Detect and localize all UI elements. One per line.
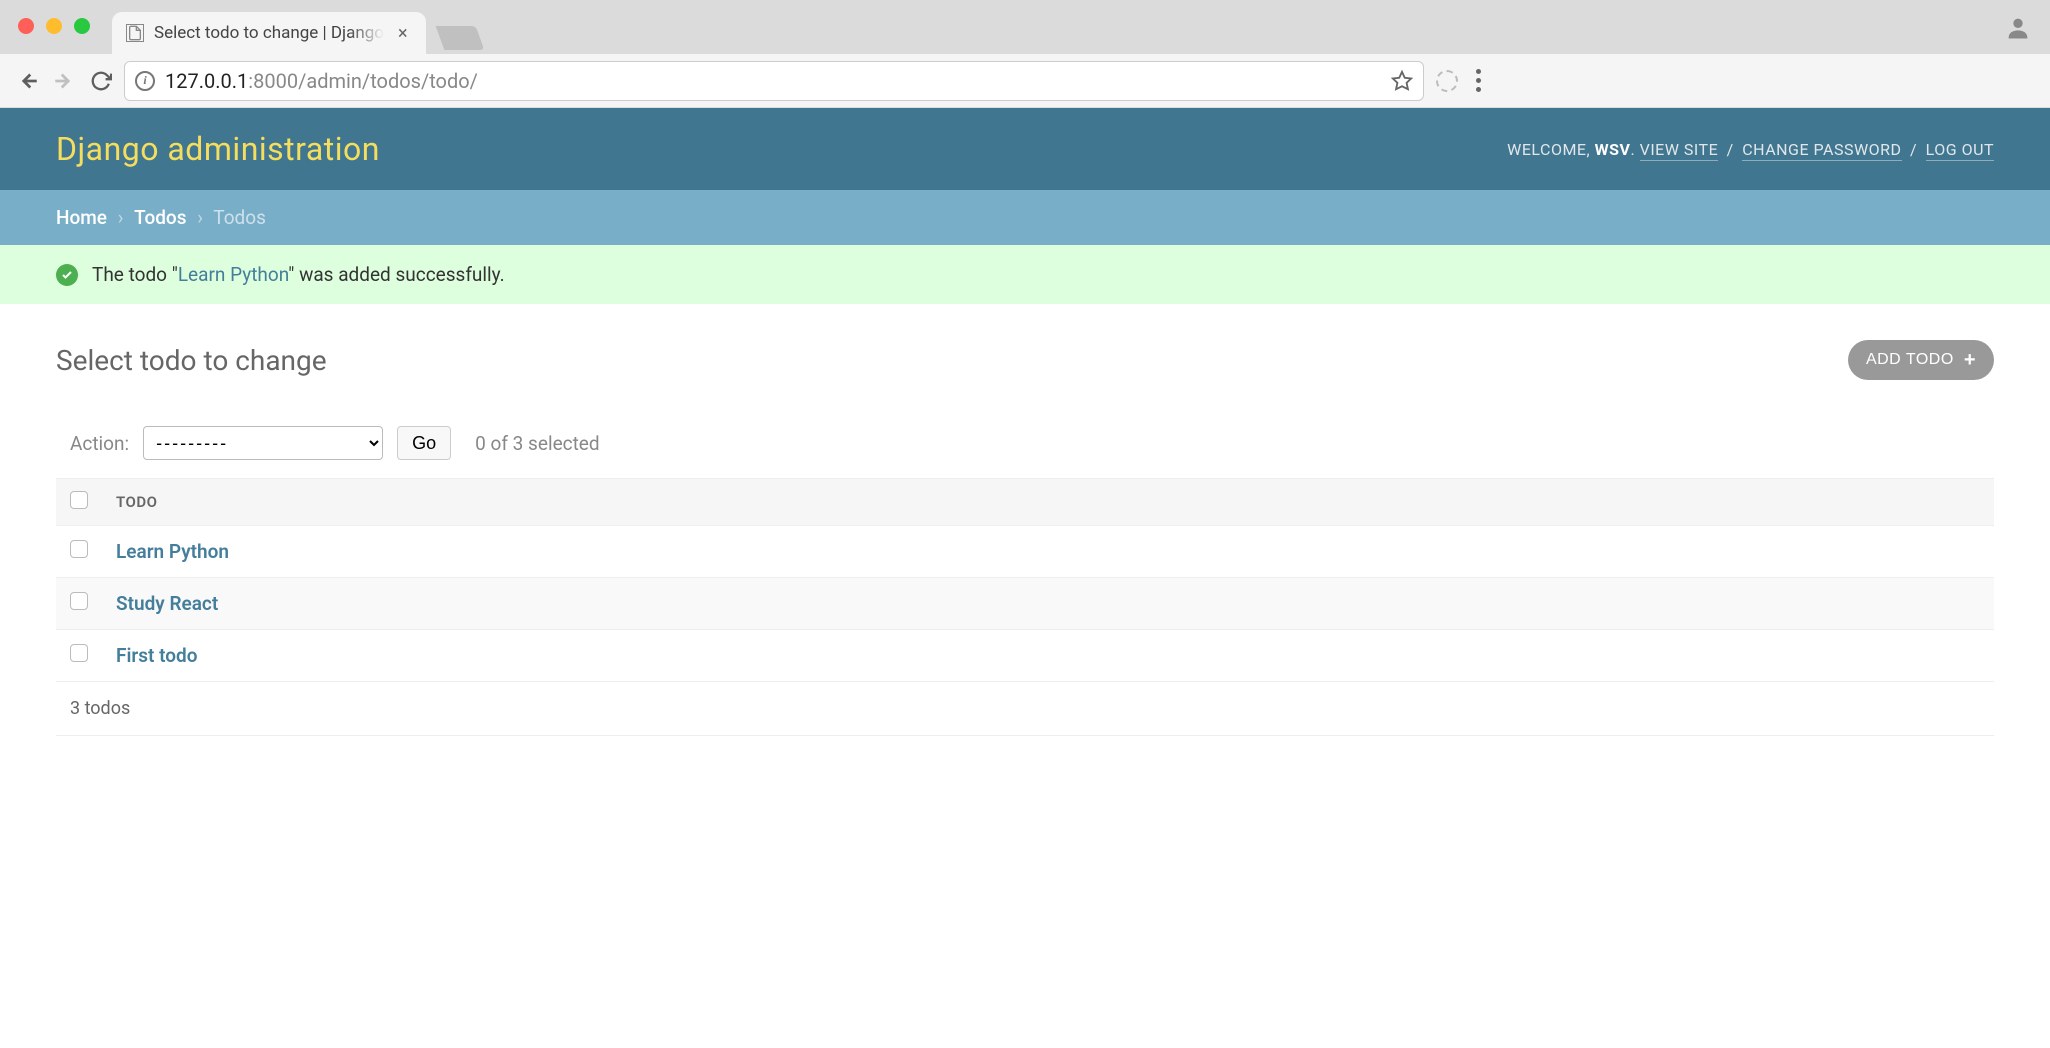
window-maximize-button[interactable] xyxy=(74,18,90,34)
tab-close-button[interactable]: × xyxy=(394,23,412,44)
action-select[interactable]: --------- xyxy=(143,426,383,460)
username: WSV xyxy=(1595,140,1631,159)
window-close-button[interactable] xyxy=(18,18,34,34)
logout-link[interactable]: LOG OUT xyxy=(1926,140,1994,161)
paginator: 3 todos xyxy=(56,682,1994,736)
user-tools: WELCOME, WSV. VIEW SITE / CHANGE PASSWOR… xyxy=(1507,140,1994,159)
tab-bar: Select todo to change | Django × xyxy=(112,0,480,54)
page-title: Select todo to change xyxy=(56,344,327,377)
success-message: The todo "Learn Python" was added succes… xyxy=(0,245,2050,304)
message-text: The todo "Learn Python" was added succes… xyxy=(92,263,505,286)
result-table: TODO Learn Python Study React First todo xyxy=(56,478,1994,682)
tab-title: Select todo to change | Django xyxy=(154,23,384,43)
row-link[interactable]: First todo xyxy=(116,644,197,667)
view-site-link[interactable]: VIEW SITE xyxy=(1640,140,1719,161)
new-tab-button[interactable] xyxy=(435,26,484,50)
breadcrumb-app[interactable]: Todos xyxy=(134,206,186,229)
bookmark-star-icon[interactable] xyxy=(1391,70,1413,92)
row-link[interactable]: Study React xyxy=(116,592,218,615)
row-checkbox[interactable] xyxy=(70,540,88,558)
url-text: 127.0.0.1:8000/admin/todos/todo/ xyxy=(165,69,478,93)
site-title: Django administration xyxy=(56,130,380,168)
add-todo-button[interactable]: ADD TODO + xyxy=(1848,340,1994,380)
content-header: Select todo to change ADD TODO + xyxy=(56,340,1994,380)
forward-button[interactable] xyxy=(52,68,78,94)
profile-icon[interactable] xyxy=(2004,14,2032,42)
add-button-label: ADD TODO xyxy=(1866,351,1954,369)
selection-counter: 0 of 3 selected xyxy=(475,432,599,455)
plus-icon: + xyxy=(1964,350,1976,370)
content: Select todo to change ADD TODO + Action:… xyxy=(0,304,2050,772)
back-button[interactable] xyxy=(14,68,40,94)
browser-tab-strip: Select todo to change | Django × xyxy=(0,0,2050,54)
select-all-checkbox[interactable] xyxy=(70,491,88,509)
browser-menu-button[interactable] xyxy=(1470,69,1487,92)
row-checkbox[interactable] xyxy=(70,592,88,610)
site-info-icon[interactable]: i xyxy=(135,71,155,91)
breadcrumb-current: Todos xyxy=(213,206,266,229)
change-password-link[interactable]: CHANGE PASSWORD xyxy=(1742,140,1901,161)
extension-icon[interactable] xyxy=(1436,70,1458,92)
actions-bar: Action: --------- Go 0 of 3 selected xyxy=(56,416,1994,470)
browser-toolbar: i 127.0.0.1:8000/admin/todos/todo/ xyxy=(0,54,2050,108)
admin-header: Django administration WELCOME, WSV. VIEW… xyxy=(0,108,2050,190)
window-controls xyxy=(18,18,90,34)
page-icon xyxy=(126,24,144,42)
go-button[interactable]: Go xyxy=(397,426,451,460)
row-link[interactable]: Learn Python xyxy=(116,540,229,563)
window-minimize-button[interactable] xyxy=(46,18,62,34)
message-link[interactable]: Learn Python xyxy=(178,263,288,286)
browser-tab[interactable]: Select todo to change | Django × xyxy=(112,12,426,54)
action-label: Action: xyxy=(70,432,129,455)
check-icon xyxy=(56,264,78,286)
breadcrumbs: Home › Todos › Todos xyxy=(0,190,2050,245)
table-row: Learn Python xyxy=(56,526,1994,578)
breadcrumb-home[interactable]: Home xyxy=(56,206,107,229)
select-all-header xyxy=(56,479,102,526)
address-bar[interactable]: i 127.0.0.1:8000/admin/todos/todo/ xyxy=(124,61,1424,101)
welcome-text: WELCOME, xyxy=(1507,140,1595,159)
reload-button[interactable] xyxy=(90,70,112,92)
table-row: First todo xyxy=(56,630,1994,682)
row-checkbox[interactable] xyxy=(70,644,88,662)
column-header-todo[interactable]: TODO xyxy=(102,479,1994,526)
table-row: Study React xyxy=(56,578,1994,630)
